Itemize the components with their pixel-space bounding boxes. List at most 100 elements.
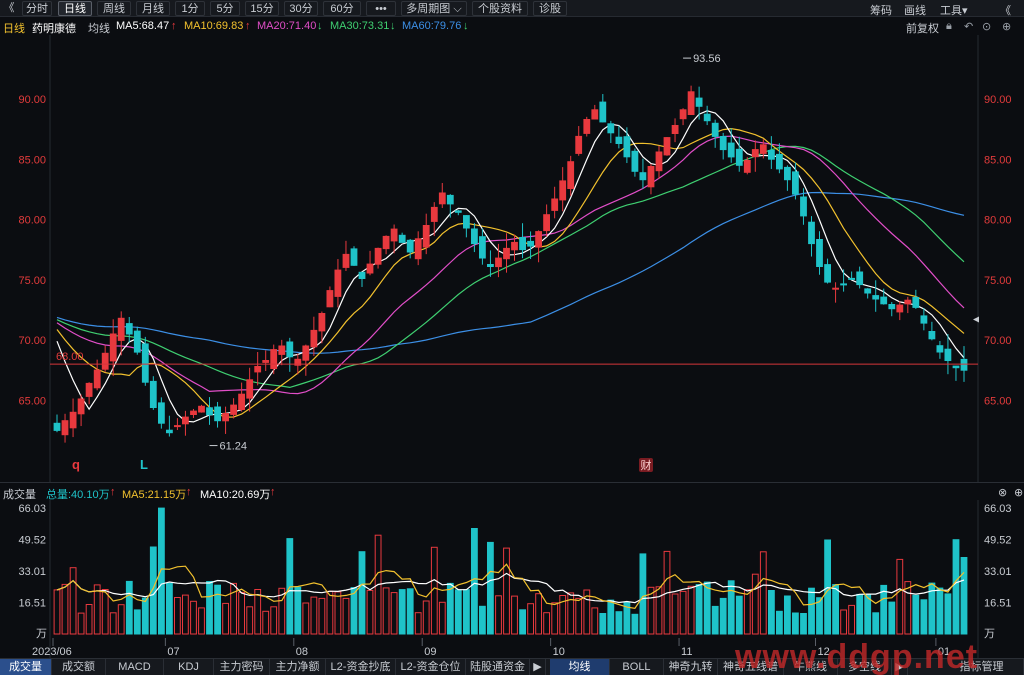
volume-unit-left: 万: [36, 628, 47, 640]
volume-axis-right-label: 33.01: [984, 566, 1012, 578]
volume-chart[interactable]: 66.03 66.03 49.52 49.52 33.01 33.01 16.51 16.51…: [0, 500, 1024, 658]
volume-bar: [206, 581, 213, 635]
chip-button[interactable]: 筹码: [870, 2, 892, 18]
volume-bar: [864, 593, 872, 635]
back-icon[interactable]: 《: [2, 1, 16, 16]
candle-body: [174, 425, 181, 428]
tab-macd[interactable]: MACD: [106, 659, 164, 675]
volume-bar: [840, 609, 848, 635]
candle-body: [503, 247, 510, 260]
draw-line-button[interactable]: 画线: [904, 2, 926, 18]
candle-body: [679, 109, 687, 120]
tab-ma[interactable]: 均线: [550, 659, 610, 675]
volume-bar: [784, 595, 791, 635]
period-button[interactable]: 60分: [323, 1, 361, 16]
candle: [535, 230, 543, 263]
candle: [848, 271, 856, 280]
candle-body: [615, 136, 623, 144]
tab-volume[interactable]: 成交量: [0, 659, 52, 675]
candle-body: [69, 411, 77, 429]
close-icon[interactable]: ⊗: [998, 486, 1007, 499]
candle-body: [936, 345, 944, 353]
tab-l2-position[interactable]: L2-资金仓位: [396, 659, 466, 675]
tab-kdj[interactable]: KDJ: [164, 659, 214, 675]
candle: [358, 271, 366, 287]
candle: [166, 415, 173, 437]
lock-icon[interactable]: 🔒︎: [946, 20, 952, 33]
multi-period-dropdown[interactable]: 多周期图 ⌵: [401, 1, 467, 16]
period-button[interactable]: 15分: [245, 1, 279, 16]
period-button[interactable]: 周线: [97, 1, 131, 16]
adjust-button[interactable]: 前复权: [906, 20, 939, 36]
period-button[interactable]: 30分: [284, 1, 318, 16]
candle-body: [182, 416, 189, 425]
volume-bar: [487, 541, 494, 635]
price-axis-left-label: 85.00: [18, 154, 46, 166]
period-button-active[interactable]: 日线: [58, 1, 92, 16]
tools-menu[interactable]: 工具▾: [940, 2, 968, 18]
tab-main-force-code[interactable]: 主力密码: [214, 659, 270, 675]
volume-bar: [880, 584, 888, 635]
tab-td9[interactable]: 神奇九转: [664, 659, 718, 675]
candle-body: [727, 142, 735, 158]
tab-boll[interactable]: BOLL: [610, 659, 664, 675]
tab-hk-connect[interactable]: 陆股通资金: [466, 659, 530, 675]
tab-l2-bottom[interactable]: L2-资金抄底: [326, 659, 396, 675]
candle-body: [222, 413, 229, 422]
tab-scroll-right-icon[interactable]: ▶: [530, 659, 546, 675]
candle-body: [639, 172, 647, 181]
diagnose-button[interactable]: 诊股: [533, 1, 567, 16]
volume-bar: [270, 606, 278, 635]
period-button[interactable]: 1分: [175, 1, 205, 16]
reference-price-label: 68.00: [56, 351, 84, 363]
price-axis-right-label: 65.00: [984, 395, 1012, 407]
candle: [350, 246, 358, 266]
add-icon[interactable]: ⊕: [1014, 486, 1023, 499]
candle: [382, 235, 390, 255]
tab-amount[interactable]: 成交额: [52, 659, 106, 675]
candle: [639, 158, 647, 189]
price-axis-right-label: 90.00: [984, 94, 1012, 106]
candle-body: [800, 196, 807, 217]
candle: [463, 215, 470, 238]
candle: [342, 240, 350, 272]
collapse-icon[interactable]: 《: [1000, 2, 1011, 18]
candle-body: [422, 225, 430, 248]
more-periods-button[interactable]: •••: [366, 1, 396, 16]
candle: [310, 316, 318, 356]
undo-icon[interactable]: ↶: [964, 20, 973, 33]
price-axis-right-label: 75.00: [984, 275, 1012, 287]
candle-body: [374, 247, 382, 265]
candle-body: [904, 299, 912, 305]
candle-body: [607, 123, 615, 134]
volume-bar: [463, 589, 470, 635]
volume-bar: [848, 604, 856, 635]
candle-body: [535, 231, 543, 248]
ma30-value: MA30:73.31: [330, 20, 390, 32]
period-button[interactable]: 月线: [136, 1, 170, 16]
volume-unit-right: 万: [984, 628, 995, 640]
candle-body: [631, 150, 639, 172]
candle-body: [751, 149, 759, 158]
volume-bar: [912, 594, 920, 635]
stock-info-button[interactable]: 个股资料: [472, 1, 528, 16]
ma-label[interactable]: 均线: [88, 20, 110, 36]
period-toolbar: 《 分时 日线 周线 月线 1分 5分 15分 30分 60分 ••• 多周期图…: [0, 0, 1024, 17]
add-icon[interactable]: ⊕: [1002, 20, 1011, 33]
period-button[interactable]: 5分: [210, 1, 240, 16]
volume-bar: [591, 607, 599, 635]
volume-bar: [888, 601, 896, 635]
period-button[interactable]: 分时: [22, 1, 52, 16]
volume-bar: [511, 595, 518, 635]
event-marker-l: L: [140, 457, 148, 472]
tab-main-force-net[interactable]: 主力净额: [270, 659, 326, 675]
candle: [527, 231, 535, 260]
candlestick-chart[interactable]: 90.00 90.00 85.00 85.00 80.00 80.00 75.00 75.00…: [0, 35, 1024, 482]
candle-body: [342, 253, 350, 268]
volume-bar: [390, 592, 398, 635]
candle-body: [406, 239, 414, 253]
volume-bar: [711, 605, 719, 635]
more-icon[interactable]: ⊙: [982, 20, 991, 33]
candle: [655, 145, 663, 179]
candle: [326, 286, 334, 308]
